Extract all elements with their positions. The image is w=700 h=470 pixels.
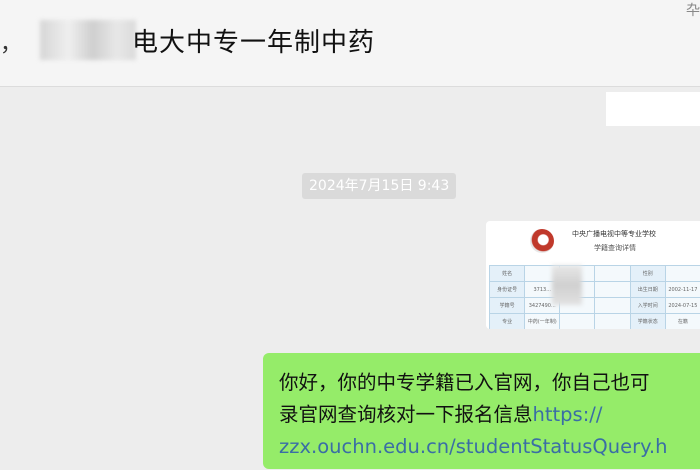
table-cell: 出生日期 [629,281,666,298]
table-cell: 姓名 [488,265,526,282]
table-row: 姓名 性别 [488,265,700,282]
message-timestamp: 2024年7月15日 9:43 [302,173,457,199]
chat-title: 电大中专一年制中药 [132,28,376,58]
table-cell [594,281,631,298]
table-cell [559,313,596,329]
table-cell [594,313,631,329]
table-cell: 在籍 [664,313,700,329]
redacted-name-blur [40,20,136,60]
message-line: 录官网查询核对一下报名信息https:// [279,399,700,431]
table-cell: 2002-11-17 [664,281,700,298]
message-line-text: 录官网查询核对一下报名信息 [279,403,533,426]
status-table: 姓名 性别 身份证号 3713... 出生日期 2002-11-17 学籍号 3… [488,265,700,329]
previous-message-snippet [606,92,700,126]
status-query-link-continued[interactable]: zzx.ouchn.edu.cn/studentStatusQuery.h [279,431,700,463]
corner-glyph: 卆 [686,3,700,19]
table-row: 学籍号 3427490... 入学时间 2024-07-15 [488,297,700,314]
image-message[interactable]: 中央广播电视中等专业学校 学籍查询详情 姓名 性别 身份证号 3713... 出… [486,221,700,329]
table-cell: 专业 [488,313,526,329]
doc-title-line2: 学籍查询详情 [594,244,636,252]
table-cell [594,265,631,282]
table-row: 身份证号 3713... 出生日期 2002-11-17 [488,281,700,298]
message-line: 你好，你的中专学籍已入官网，你自己也可 [279,371,650,394]
chat-header: ， 电大中专一年制中药 卆 [0,0,700,87]
table-cell: 入学时间 [629,297,666,314]
table-cell: 2024-07-15 [664,297,700,314]
message-text: 你好，你的中专学籍已入官网，你自己也可 录官网查询核对一下报名信息https:/… [279,367,700,463]
table-cell [594,297,631,314]
table-cell: 学籍号 [488,297,526,314]
text-message-bubble[interactable]: 你好，你的中专学籍已入官网，你自己也可 录官网查询核对一下报名信息https:/… [263,353,700,469]
title-lead-fragment: ， [0,32,23,57]
status-query-link[interactable]: https:// [533,403,603,426]
redacted-photo-blur [552,265,582,305]
doc-title-line1: 中央广播电视中等专业学校 [572,230,656,238]
school-logo-icon [530,229,554,253]
table-cell: 中药(一年制) [524,313,561,329]
table-cell [664,265,700,282]
table-row: 专业 中药(一年制) 学籍状态 在籍 [488,313,700,329]
table-cell: 学籍状态 [629,313,666,329]
table-cell: 身份证号 [488,281,526,298]
table-cell: 性别 [629,265,666,282]
